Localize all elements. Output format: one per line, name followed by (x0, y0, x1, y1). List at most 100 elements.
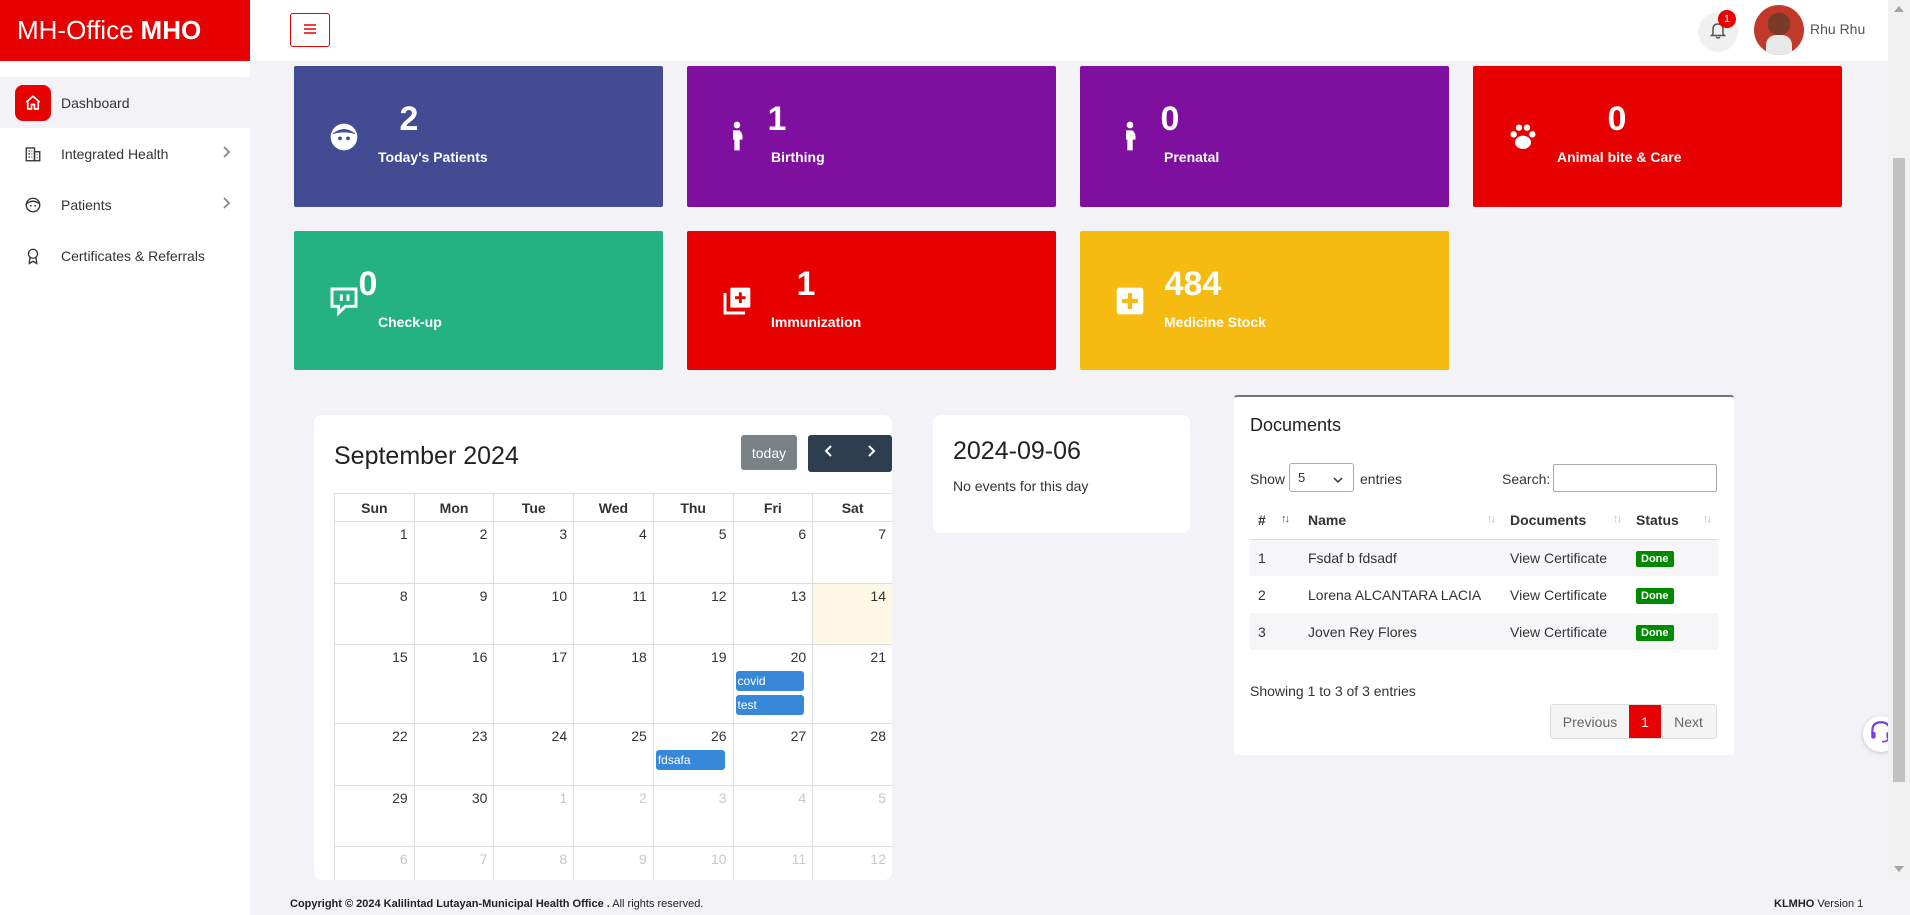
day-cell-other-month[interactable]: 6 (334, 846, 415, 880)
weekday-header: Wed (573, 493, 654, 522)
sort-icon: ↑↓ (1613, 513, 1622, 525)
day-cell[interactable]: 17 (493, 644, 575, 724)
day-cell[interactable]: 6 (732, 521, 814, 584)
sidebar-item-integrated-health[interactable]: Integrated Health (0, 128, 250, 179)
column-header[interactable]: # ↑↓ (1250, 501, 1300, 540)
day-cell[interactable]: 27 (732, 723, 814, 786)
day-cell[interactable]: 24 (493, 723, 575, 786)
weekday-header: Mon (413, 493, 495, 522)
search-input[interactable] (1553, 464, 1717, 492)
previous-page-button[interactable]: Previous (1551, 705, 1629, 738)
avatar[interactable] (1754, 5, 1804, 55)
day-cell[interactable]: 15 (334, 644, 415, 724)
calendar-event[interactable]: covid (735, 671, 805, 691)
sidebar-item-dashboard[interactable]: Dashboard (0, 77, 250, 128)
day-cell[interactable]: 28 (812, 723, 892, 786)
scroll-up-icon[interactable] (1894, 6, 1904, 12)
card-birthing[interactable]: 1 Birthing (687, 66, 1056, 207)
day-cell[interactable]: 3 (493, 521, 575, 584)
day-cell[interactable]: 21 (812, 644, 892, 724)
card-todays-patients[interactable]: 2 Today's Patients (294, 66, 663, 207)
next-page-button[interactable]: Next (1661, 705, 1716, 738)
day-cell-other-month[interactable]: 11 (732, 846, 814, 880)
day-cell[interactable]: 1 (334, 521, 415, 584)
day-cell-other-month[interactable]: 4 (732, 785, 814, 847)
day-cell[interactable]: 26 fdsafa (652, 723, 734, 786)
day-cell-other-month[interactable]: 5 (812, 785, 892, 847)
footer-version: KLMHO Version 1 (1774, 898, 1863, 910)
day-cell-other-month[interactable]: 9 (573, 846, 654, 880)
day-cell[interactable]: 19 (652, 644, 734, 724)
day-cell[interactable]: 5 (652, 521, 734, 584)
view-certificate-link[interactable]: View Certificate (1502, 613, 1628, 650)
card-value: 0 (1607, 100, 1627, 138)
day-cell[interactable]: 22 (334, 723, 415, 786)
menu-toggle-button[interactable] (290, 13, 330, 47)
card-animal-bite[interactable]: 0 Animal bite & Care (1473, 66, 1842, 207)
view-certificate-link[interactable]: View Certificate (1502, 539, 1628, 576)
day-cell[interactable]: 16 (413, 644, 495, 724)
day-cell[interactable]: 18 (573, 644, 654, 724)
prev-month-button[interactable] (808, 435, 850, 472)
next-month-button[interactable] (850, 435, 892, 472)
day-cell[interactable]: 12 (652, 583, 734, 645)
column-header-label: Status (1636, 511, 1679, 528)
card-check-up[interactable]: 0 Check-up (294, 231, 663, 370)
page-scrollbar[interactable] (1888, 0, 1910, 880)
today-button[interactable]: today (741, 435, 797, 470)
day-cell[interactable]: 2 (413, 521, 495, 584)
day-cell-other-month[interactable]: 8 (493, 846, 575, 880)
brand-logo[interactable]: MH-Office MHO (0, 0, 250, 61)
status-badge: Done (1636, 550, 1674, 567)
page-size-select[interactable]: 5 (1289, 463, 1354, 492)
day-cell[interactable]: 29 (334, 785, 415, 847)
calendar-event[interactable]: fdsafa (655, 750, 725, 770)
day-cell[interactable]: 30 (413, 785, 495, 847)
day-cell[interactable]: 23 (413, 723, 495, 786)
hamburger-icon (304, 21, 316, 39)
day-cell-other-month[interactable]: 2 (573, 785, 654, 847)
day-cell[interactable]: 25 (573, 723, 654, 786)
sidebar-item-certificates[interactable]: Certificates & Referrals (0, 230, 250, 281)
sort-icon: ↑↓ (1703, 513, 1712, 525)
topbar: 1 Rhu Rhu (250, 0, 1888, 61)
day-cell[interactable]: 7 (812, 521, 892, 584)
column-header[interactable]: Documents ↑↓ (1502, 501, 1628, 540)
column-header[interactable]: Status ↑↓ (1628, 501, 1718, 540)
day-cell[interactable]: 8 (334, 583, 415, 645)
card-label: Animal bite & Care (1557, 149, 1682, 165)
documents-panel: Documents Show 5 entries Search: # ↑↓ Nam… (1234, 395, 1734, 755)
card-immunization[interactable]: 1 Immunization (687, 231, 1056, 370)
chevron-right-icon (222, 145, 232, 162)
version-text: Version 1 (1814, 898, 1864, 910)
chevron-down-icon (1333, 472, 1343, 487)
day-cell[interactable]: 9 (413, 583, 495, 645)
award-icon (15, 238, 51, 274)
day-cell[interactable]: 4 (573, 521, 654, 584)
day-cell-other-month[interactable]: 3 (652, 785, 734, 847)
building-icon (15, 136, 51, 172)
day-cell-other-month[interactable]: 10 (652, 846, 734, 880)
column-header[interactable]: Name ↑↓ (1300, 501, 1502, 540)
card-prenatal[interactable]: 0 Prenatal (1080, 66, 1449, 207)
row-number: 1 (1250, 539, 1300, 576)
day-cell-other-month[interactable]: 1 (493, 785, 575, 847)
calendar-event[interactable]: test (735, 695, 805, 715)
user-name[interactable]: Rhu Rhu (1810, 21, 1865, 37)
page-button-current[interactable]: 1 (1629, 705, 1661, 738)
day-cell-today[interactable]: 14 (812, 583, 892, 645)
day-cell[interactable]: 13 (732, 583, 814, 645)
sidebar-item-patients[interactable]: Patients (0, 179, 250, 230)
day-cell-other-month[interactable]: 12 (812, 846, 892, 880)
day-cell[interactable]: 20 covid test (732, 644, 814, 724)
view-certificate-link[interactable]: View Certificate (1502, 576, 1628, 613)
card-medicine-stock[interactable]: 484 Medicine Stock (1080, 231, 1449, 370)
day-cell[interactable]: 11 (573, 583, 654, 645)
weekday-header: Sat (812, 493, 892, 522)
scroll-thumb[interactable] (1893, 158, 1905, 782)
table-info: Showing 1 to 3 of 3 entries (1250, 683, 1416, 699)
day-cell-other-month[interactable]: 7 (413, 846, 495, 880)
day-cell[interactable]: 10 (493, 583, 575, 645)
chevron-right-icon (866, 444, 876, 463)
scroll-down-icon[interactable] (1894, 866, 1904, 872)
